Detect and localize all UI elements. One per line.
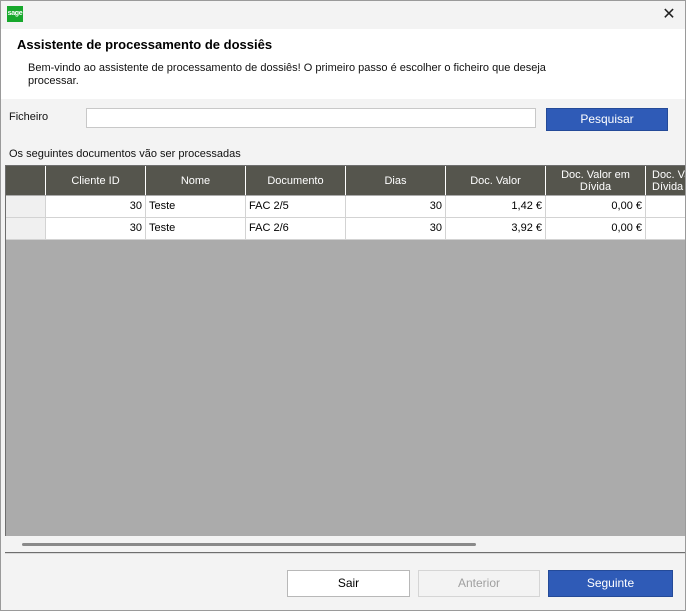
scrollbar-thumb[interactable] — [22, 543, 476, 546]
cell-dias[interactable]: 30 — [346, 196, 446, 218]
cell-dias[interactable]: 30 — [346, 218, 446, 240]
column-header-nome[interactable]: Nome — [146, 166, 246, 195]
cell-doc-valor-divida-2[interactable] — [646, 218, 685, 240]
file-input[interactable] — [86, 108, 536, 128]
cell-documento[interactable]: FAC 2/6 — [246, 218, 346, 240]
close-icon[interactable]: ✕ — [657, 3, 681, 25]
documents-grid[interactable]: Cliente ID Nome Documento Dias Doc. Valo… — [5, 165, 685, 553]
previous-button[interactable]: Anterior — [418, 570, 540, 597]
cell-nome[interactable]: Teste — [146, 218, 246, 240]
wizard-description: Bem-vindo ao assistente de processamento… — [28, 62, 546, 87]
grid-corner-header[interactable] — [6, 166, 46, 195]
cell-documento[interactable]: FAC 2/5 — [246, 196, 346, 218]
cell-doc-valor[interactable]: 1,42 € — [446, 196, 546, 218]
column-header-documento[interactable]: Documento — [246, 166, 346, 195]
footer-divider — [5, 553, 685, 554]
cell-cliente-id[interactable]: 30 — [46, 218, 146, 240]
cell-doc-valor-divida[interactable]: 0,00 € — [546, 196, 646, 218]
cell-nome[interactable]: Teste — [146, 196, 246, 218]
dialog-window: sage ✕ Assistente de processamento de do… — [0, 0, 686, 611]
cell-doc-valor[interactable]: 3,92 € — [446, 218, 546, 240]
horizontal-scrollbar[interactable] — [5, 536, 685, 552]
column-header-doc-valor[interactable]: Doc. Valor — [446, 166, 546, 195]
wizard-title: Assistente de processamento de dossiês — [17, 37, 273, 52]
row-header[interactable] — [6, 218, 46, 240]
cell-doc-valor-divida[interactable]: 0,00 € — [546, 218, 646, 240]
cell-cliente-id[interactable]: 30 — [46, 196, 146, 218]
column-header-cliente-id[interactable]: Cliente ID — [46, 166, 146, 195]
row-header[interactable] — [6, 196, 46, 218]
column-header-doc-valor-divida-2[interactable]: Doc. Valor em Dívida — [646, 166, 685, 195]
exit-button[interactable]: Sair — [287, 570, 410, 597]
search-button[interactable]: Pesquisar — [546, 108, 668, 131]
next-button[interactable]: Seguinte — [548, 570, 673, 597]
column-header-dias[interactable]: Dias — [346, 166, 446, 195]
title-bar: sage ✕ — [1, 1, 685, 29]
documents-label: Os seguintes documentos vão ser processa… — [9, 148, 241, 160]
wizard-header: Assistente de processamento de dossiês B… — [1, 29, 685, 99]
column-header-doc-valor-divida[interactable]: Doc. Valor em Dívida — [546, 166, 646, 195]
file-label: Ficheiro — [9, 111, 49, 123]
cell-doc-valor-divida-2[interactable] — [646, 196, 685, 218]
sage-logo-icon: sage — [7, 6, 23, 22]
